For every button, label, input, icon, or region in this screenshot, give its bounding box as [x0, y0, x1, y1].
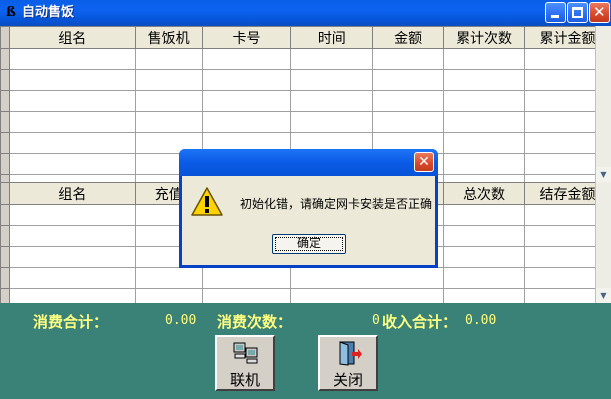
close-icon: ✕ — [593, 3, 606, 21]
table-row[interactable] — [0, 48, 611, 70]
column-header-machine[interactable]: 售饭机 — [134, 26, 203, 49]
row-header-stub — [0, 26, 10, 49]
column-header-total-times[interactable]: 总次数 — [443, 182, 526, 205]
connect-button[interactable]: 联机 — [215, 335, 275, 391]
focus-rect — [275, 237, 343, 251]
close-icon: ✕ — [418, 154, 430, 170]
scroll-down-icon[interactable]: ▼ — [596, 288, 611, 303]
income-total-label: 收入合计： — [382, 313, 458, 331]
scroll-down-icon[interactable]: ▼ — [596, 167, 611, 182]
table-row[interactable] — [0, 69, 611, 91]
column-header-group[interactable]: 组名 — [8, 182, 136, 205]
bottom-grid-scrollbar[interactable]: ▼ — [595, 182, 611, 303]
consume-total-value: 0.00 — [165, 313, 197, 328]
top-grid-scrollbar[interactable]: ▼ — [595, 26, 611, 182]
network-computers-icon — [233, 342, 258, 364]
column-header-total-count[interactable]: 累计次数 — [443, 26, 526, 49]
warning-icon — [191, 187, 223, 216]
minimize-icon — [551, 15, 559, 18]
table-row[interactable] — [0, 288, 611, 303]
maximize-button[interactable] — [567, 2, 588, 23]
close-button-label: 关闭 — [332, 371, 363, 389]
column-header-group[interactable]: 组名 — [8, 26, 136, 49]
window-titlebar[interactable]: ß 自动售饭 ✕ — [0, 0, 611, 26]
dialog-message: 初始化错，请确定网卡安装是否正确 — [240, 197, 433, 211]
connect-button-label: 联机 — [229, 371, 260, 389]
window-close-button[interactable]: ✕ — [589, 2, 610, 23]
ok-button[interactable]: 确定 — [272, 234, 346, 254]
dialog-titlebar[interactable]: ✕ — [179, 149, 438, 176]
table-row[interactable] — [0, 267, 611, 289]
close-button[interactable]: 关闭 — [318, 335, 378, 391]
window-title: 自动售饭 — [22, 5, 75, 20]
consume-count-value: 0 — [372, 313, 380, 328]
consume-count-label: 消费次数： — [217, 313, 293, 331]
maximize-icon — [572, 7, 583, 18]
minimize-button[interactable] — [545, 2, 566, 23]
table-row[interactable] — [0, 90, 611, 112]
column-header-amount[interactable]: 金额 — [372, 26, 445, 49]
row-header-stub — [0, 182, 10, 205]
exit-door-icon — [339, 341, 362, 366]
income-total-value: 0.00 — [465, 313, 497, 328]
error-dialog[interactable]: ✕ 初始化错，请确定网卡安装是否正确 确定 — [179, 149, 438, 268]
table-row[interactable] — [0, 111, 611, 133]
consume-total-label: 消费合计： — [33, 313, 109, 331]
app-logo-icon: ß — [6, 5, 16, 20]
column-header-card[interactable]: 卡号 — [201, 26, 292, 49]
column-header-time[interactable]: 时间 — [290, 26, 374, 49]
dialog-close-button[interactable]: ✕ — [414, 152, 434, 172]
